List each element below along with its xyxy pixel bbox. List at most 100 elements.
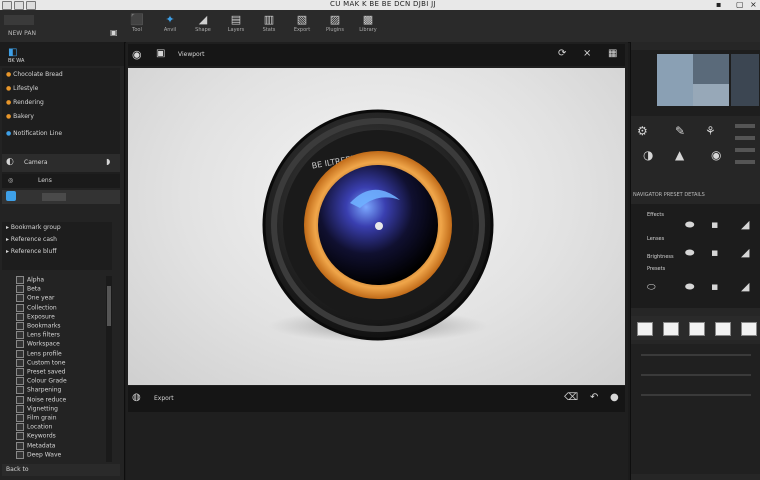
tree-item[interactable]: ▸ Reference cash	[6, 236, 57, 246]
list-item-checkbox[interactable]	[16, 331, 24, 340]
list-item-checkbox[interactable]	[16, 386, 24, 395]
rotate-icon[interactable]: ⟳	[558, 48, 566, 59]
aperture-icon[interactable]: ◉	[132, 48, 142, 61]
preview-thumb[interactable]	[657, 54, 693, 106]
list-item-checkbox[interactable]	[16, 294, 24, 303]
list-item-checkbox[interactable]	[16, 432, 24, 441]
toolbar-tool-5[interactable]: ▥ Stats	[256, 13, 282, 39]
toolbar-tool-4[interactable]: ▤ Layers	[223, 13, 249, 39]
tree-item[interactable]: ▸ Bookmark group	[6, 224, 61, 234]
list-item-checkbox[interactable]	[16, 340, 24, 349]
tool-label: Shape	[195, 27, 211, 33]
maximize-icon[interactable]: ▢	[736, 0, 744, 9]
preset-icon[interactable]: ▪	[711, 280, 718, 293]
list-item-checkbox[interactable]	[16, 368, 24, 376]
camera-section[interactable]: ◐ Camera ◗	[2, 154, 120, 172]
trash-icon[interactable]: ⌫	[564, 392, 578, 403]
panel-icon[interactable]: ◧	[8, 47, 17, 58]
filter-field[interactable]	[42, 193, 66, 201]
compare-icon[interactable]: ⨯	[583, 48, 591, 59]
preset-icon[interactable]: ⬬	[685, 246, 694, 260]
catalog-item[interactable]: ● Notification Line	[6, 130, 62, 140]
slider[interactable]	[735, 148, 755, 152]
list-item-checkbox[interactable]	[16, 450, 24, 459]
slider[interactable]	[735, 124, 755, 128]
brush-icon[interactable]: ✎	[675, 124, 685, 138]
frame-icon[interactable]: ▣	[156, 48, 165, 59]
slider[interactable]	[735, 160, 755, 164]
window-menu-button[interactable]	[2, 1, 12, 10]
list-item-checkbox[interactable]	[16, 285, 24, 294]
preview-thumb-3[interactable]	[693, 84, 729, 106]
list-item-checkbox[interactable]	[16, 423, 24, 432]
toolbar-tool-6[interactable]: ▧ Export	[289, 13, 315, 39]
undo-icon[interactable]: ↶	[590, 392, 598, 403]
swatch[interactable]	[689, 322, 705, 336]
crop-icon[interactable]: ⚙	[637, 124, 648, 138]
list-item-checkbox[interactable]	[16, 441, 24, 450]
toolbar-tool-1[interactable]: ⬛ Tool	[124, 13, 150, 39]
list-item-checkbox[interactable]	[16, 395, 24, 404]
toolbar-tool-8[interactable]: ▩ Library	[355, 13, 381, 39]
slider[interactable]	[735, 136, 755, 140]
list-item-checkbox[interactable]	[16, 358, 24, 367]
preview-thumb-2[interactable]	[693, 54, 729, 84]
fullscreen-icon[interactable]: ▦	[608, 48, 617, 59]
preset-icon[interactable]: ⬬	[685, 218, 694, 232]
list-item-checkbox[interactable]	[16, 414, 24, 422]
toolbar-tool-2[interactable]: ✦ Anvil	[157, 13, 183, 39]
tree-item[interactable]: ▸ Reference bluff	[6, 248, 56, 258]
window-title: CU MAK K BE BE DCN DJBI JJ	[330, 0, 436, 8]
scrollbar[interactable]	[106, 276, 112, 462]
footer-label[interactable]: Back to	[6, 466, 29, 473]
image-canvas[interactable]: BE ILTREEES	[128, 68, 625, 385]
catalog-item[interactable]: ● Rendering	[6, 99, 44, 109]
list-item-checkbox[interactable]	[16, 349, 24, 358]
minimize-icon[interactable]: ▪	[716, 0, 721, 9]
list-item-checkbox[interactable]	[16, 322, 24, 330]
preset-icon[interactable]: ⬬	[685, 280, 694, 294]
list-item-checkbox[interactable]	[16, 312, 24, 321]
settings-icon[interactable]: ●	[610, 392, 619, 403]
preset-icon[interactable]: ▪	[711, 246, 718, 259]
swatch[interactable]	[715, 322, 731, 336]
left-footer: Back to	[2, 464, 120, 476]
list-item-checkbox[interactable]	[16, 276, 24, 284]
preset-icon[interactable]: ◢	[741, 280, 749, 293]
list-item-checkbox[interactable]	[16, 404, 24, 413]
preset-icon[interactable]: ▪	[711, 218, 718, 231]
scrollbar-thumb[interactable]	[107, 286, 111, 326]
window-menu-button-3[interactable]	[26, 1, 36, 10]
swatch[interactable]	[741, 322, 757, 336]
catalog-item[interactable]: ● Lifestyle	[6, 85, 38, 95]
close-icon[interactable]: ×	[750, 0, 757, 9]
swatch[interactable]	[637, 322, 653, 336]
list-item-checkbox[interactable]	[16, 303, 24, 312]
preview-thumb-4[interactable]	[731, 54, 759, 106]
info-icon[interactable]: ◍	[132, 392, 141, 403]
adjustment-panel	[631, 344, 760, 474]
camera-toggle-icon[interactable]: ◗	[106, 157, 110, 166]
window-menu-button-2[interactable]	[14, 1, 24, 10]
preset-icon[interactable]: ◢	[741, 246, 749, 259]
mask-icon[interactable]: ◉	[711, 148, 721, 162]
camera-icon: ◐	[6, 157, 14, 167]
filter-bar[interactable]	[2, 190, 120, 204]
preset-lens-icon[interactable]: ⬭	[647, 282, 656, 293]
list-item-checkbox[interactable]	[16, 377, 24, 386]
list-item[interactable]: Deep Wave	[16, 450, 61, 461]
swatch[interactable]	[663, 322, 679, 336]
spot-icon[interactable]: ◑	[643, 148, 653, 162]
lens-icon: ◎	[8, 177, 14, 184]
toolbar-tool-3[interactable]: ◢ Shape	[190, 13, 216, 39]
redeye-icon[interactable]: ▲	[675, 148, 684, 162]
filter-icon[interactable]	[6, 191, 16, 201]
toolbar-tool-7[interactable]: ▨ Plugins	[322, 13, 348, 39]
dock-icon[interactable]: ▣	[110, 28, 118, 37]
preset-icon[interactable]: ◢	[741, 218, 749, 231]
navigator-preview[interactable]	[631, 50, 760, 116]
lens-section[interactable]: ◎ Lens	[2, 174, 120, 188]
catalog-item[interactable]: ● Bakery	[6, 113, 34, 123]
catalog-item[interactable]: ● Chocolate Bread	[6, 71, 63, 81]
gradient-icon[interactable]: ⚘	[705, 124, 716, 138]
